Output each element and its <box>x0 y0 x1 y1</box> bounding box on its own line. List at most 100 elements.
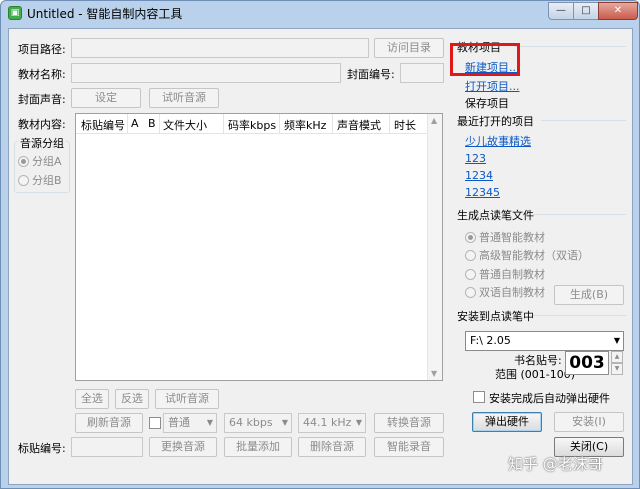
cover-sound-label: 封面声音: <box>18 93 66 106</box>
save-project-item[interactable]: 保存项目 <box>465 95 509 111</box>
window-title: Untitled - 智能自制内容工具 <box>27 7 183 21</box>
material-name-label: 教材名称: <box>18 68 66 81</box>
watermark: 知乎 @老沫哥 <box>508 455 603 473</box>
radio-icon <box>465 250 476 261</box>
convert-sound-button[interactable]: 转换音源 <box>374 413 444 433</box>
recent-project-2[interactable]: 123 <box>465 152 486 165</box>
gen-option-4-label: 双语自制教材 <box>479 286 545 299</box>
list-header: 标贴编号 A B 文件大小 码率kbps 频率kHz 声音模式 时长 <box>76 114 428 134</box>
radio-icon <box>18 175 29 186</box>
app-icon: ▣ <box>8 6 22 20</box>
open-project-link[interactable]: 打开项目... <box>465 78 520 94</box>
gen-option-2-label: 高级智能教材（双语） <box>479 249 589 262</box>
chevron-down-icon: ▼ <box>281 418 288 427</box>
replace-sound-button[interactable]: 更换音源 <box>149 437 217 457</box>
title-bar[interactable]: ▣ Untitled - 智能自制内容工具 — □ ✕ <box>1 1 639 25</box>
sticker-code-input[interactable] <box>71 437 143 457</box>
close-window-button[interactable]: ✕ <box>598 2 638 20</box>
generate-button[interactable]: 生成(B) <box>554 285 624 305</box>
scroll-down-icon[interactable]: ▼ <box>431 369 437 378</box>
audio-group-title: 音源分组 <box>18 135 66 151</box>
col-frequency[interactable]: 频率kHz <box>284 117 326 133</box>
book-code-spinner[interactable]: ▲ ▼ <box>611 351 623 375</box>
radio-selected-icon <box>465 232 476 243</box>
material-name-input[interactable] <box>71 63 341 83</box>
sticker-code-label: 标贴编号: <box>18 442 66 455</box>
delete-sound-button[interactable]: 删除音源 <box>298 437 366 457</box>
generate-title: 生成点读笔文件 <box>457 209 534 222</box>
cover-code-input[interactable] <box>400 63 444 83</box>
recent-project-4[interactable]: 12345 <box>465 186 500 199</box>
recent-project-3[interactable]: 1234 <box>465 169 493 182</box>
book-code-input[interactable]: 003 <box>565 351 609 375</box>
col-bitrate[interactable]: 码率kbps <box>228 117 276 133</box>
invert-select-button[interactable]: 反选 <box>115 389 149 409</box>
eject-hardware-button[interactable]: 弹出硬件 <box>472 412 542 432</box>
auto-eject-checkbox[interactable] <box>473 391 485 403</box>
bitrate-select-value: 64 kbps <box>229 416 273 429</box>
gen-option-1-label: 普通智能教材 <box>479 231 545 244</box>
divider <box>533 214 626 215</box>
col-file-size[interactable]: 文件大小 <box>163 117 207 133</box>
group-a-radio[interactable]: 分组A <box>18 153 62 169</box>
gen-option-2[interactable]: 高级智能教材（双语） <box>465 247 589 263</box>
audio-list[interactable]: 标贴编号 A B 文件大小 码率kbps 频率kHz 声音模式 时长 ▲ ▼ <box>75 113 443 381</box>
spin-down-icon[interactable]: ▼ <box>611 363 623 375</box>
install-title: 安装到点读笔中 <box>457 310 534 323</box>
recent-project-1[interactable]: 少儿故事精选 <box>465 133 531 149</box>
chevron-down-icon: ▼ <box>206 418 213 427</box>
list-scrollbar[interactable]: ▲ ▼ <box>427 114 442 380</box>
col-sticker-code[interactable]: 标贴编号 <box>81 117 125 133</box>
col-sound-mode[interactable]: 声音模式 <box>337 117 381 133</box>
select-all-button[interactable]: 全选 <box>75 389 109 409</box>
mode-checkbox[interactable] <box>149 417 161 429</box>
preview-sound-button[interactable]: 试听音源 <box>149 88 219 108</box>
project-path-label: 项目路径: <box>18 43 66 56</box>
mode-select[interactable]: 普通 ▼ <box>163 413 217 433</box>
col-duration[interactable]: 时长 <box>394 117 416 133</box>
divider <box>514 46 626 47</box>
divider <box>533 315 626 316</box>
cover-code-label: 封面编号: <box>347 68 395 81</box>
set-button[interactable]: 设定 <box>71 88 141 108</box>
divider <box>541 120 626 121</box>
group-a-label: 分组A <box>32 155 62 168</box>
mode-select-value: 普通 <box>168 416 190 429</box>
material-content-label: 教材内容: <box>18 118 66 131</box>
install-button[interactable]: 安装(I) <box>554 412 624 432</box>
spin-up-icon[interactable]: ▲ <box>611 351 623 363</box>
maximize-button[interactable]: □ <box>573 2 599 20</box>
group-b-radio[interactable]: 分组B <box>18 172 62 188</box>
app-window: ▣ Untitled - 智能自制内容工具 — □ ✕ 项目路径: 访问目录 教… <box>0 0 640 489</box>
client-area: 项目路径: 访问目录 教材名称: 封面编号: 封面声音: 设定 试听音源 教材内… <box>8 28 633 485</box>
group-b-label: 分组B <box>32 174 62 187</box>
chevron-down-icon: ▼ <box>613 336 620 345</box>
col-a[interactable]: A <box>131 117 139 130</box>
smart-record-button[interactable]: 智能录音 <box>374 437 444 457</box>
gen-option-3[interactable]: 普通自制教材 <box>465 266 545 282</box>
radio-selected-icon <box>18 156 29 167</box>
recent-projects-title: 最近打开的项目 <box>457 115 534 128</box>
batch-add-button[interactable]: 批量添加 <box>224 437 292 457</box>
frequency-select-value: 44.1 kHz <box>303 416 352 429</box>
bitrate-select[interactable]: 64 kbps ▼ <box>224 413 292 433</box>
project-path-input[interactable] <box>71 38 369 58</box>
radio-icon <box>465 287 476 298</box>
gen-option-4[interactable]: 双语自制教材 <box>465 284 545 300</box>
chevron-down-icon: ▼ <box>355 418 362 427</box>
frequency-select[interactable]: 44.1 kHz ▼ <box>298 413 366 433</box>
auto-eject-label: 安装完成后自动弹出硬件 <box>489 392 610 405</box>
drive-select[interactable]: F:\ 2.05 ▼ <box>465 331 624 351</box>
visit-dir-button[interactable]: 访问目录 <box>374 38 444 58</box>
gen-option-1[interactable]: 普通智能教材 <box>465 229 545 245</box>
minimize-button[interactable]: — <box>548 2 574 20</box>
scroll-up-icon[interactable]: ▲ <box>431 116 437 125</box>
gen-option-3-label: 普通自制教材 <box>479 268 545 281</box>
range-label: 范围 (001-100) <box>495 368 576 381</box>
refresh-sound-button[interactable]: 刷新音源 <box>75 413 143 433</box>
radio-icon <box>465 269 476 280</box>
preview-sound-button-2[interactable]: 试听音源 <box>155 389 219 409</box>
drive-select-value: F:\ 2.05 <box>470 334 511 347</box>
col-b[interactable]: B <box>148 117 156 130</box>
highlight-box <box>450 43 520 76</box>
